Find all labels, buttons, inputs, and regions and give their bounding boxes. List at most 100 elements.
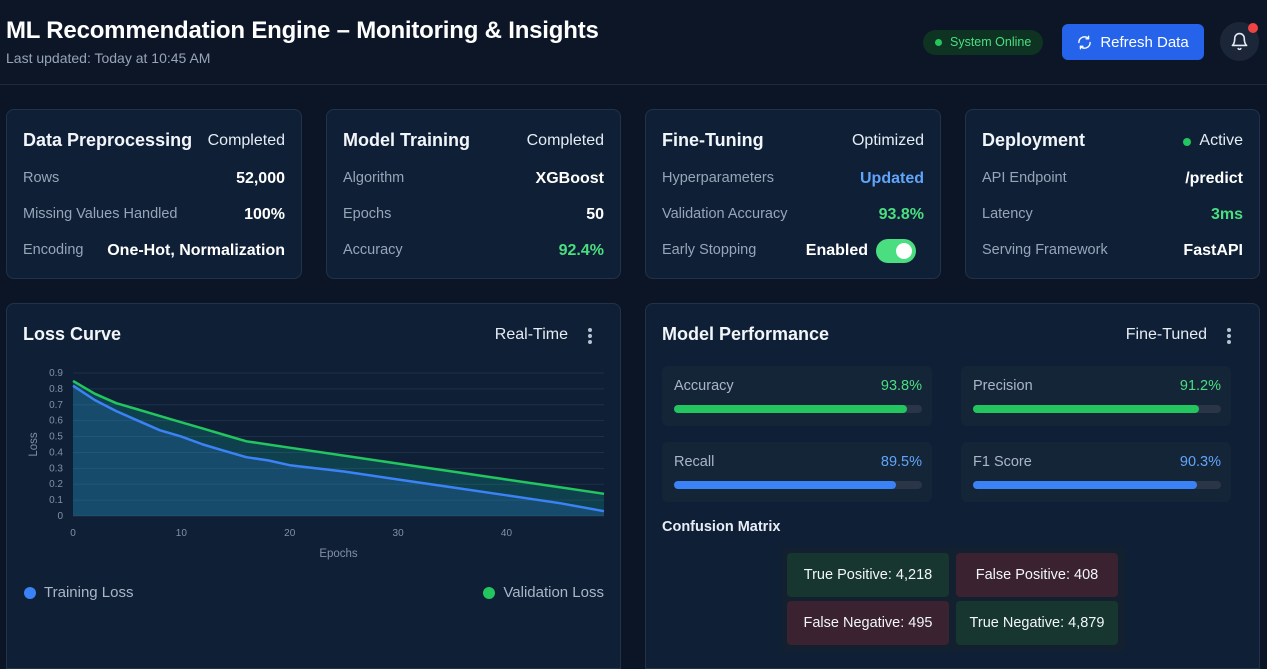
- card-status-label: Active: [1199, 132, 1243, 149]
- metric-bar: [674, 481, 922, 489]
- y-tick-label: 0.6: [49, 416, 63, 427]
- bell-icon: [1231, 32, 1248, 51]
- metric-bar-fill: [674, 405, 907, 413]
- metric-accuracy: Accuracy 93.8%: [662, 366, 932, 426]
- stat-value: 3ms: [1210, 206, 1243, 223]
- confusion-matrix: True Positive: 4,218 False Positive: 408…: [782, 547, 1126, 651]
- panel-title: Model Performance: [662, 324, 830, 344]
- card-title: Model Training: [343, 130, 471, 150]
- stat-label: Encoding: [23, 242, 84, 258]
- stat-label: Epochs: [343, 206, 392, 222]
- x-tick-label: 10: [176, 528, 188, 539]
- stat-row: API Endpoint /predict: [982, 170, 1243, 190]
- x-tick-label: 30: [393, 528, 405, 539]
- x-tick-label: 40: [501, 528, 513, 539]
- y-tick-label: 0.9: [49, 368, 63, 379]
- stat-row: Algorithm XGBoost: [343, 170, 604, 190]
- y-axis-label: Loss: [28, 432, 40, 457]
- page-title: ML Recommendation Engine – Monitoring & …: [6, 17, 599, 44]
- metric-value: 91.2%: [1179, 378, 1221, 394]
- stat-label: Serving Framework: [982, 242, 1108, 258]
- y-tick-label: 0.3: [49, 463, 63, 474]
- x-tick-label: 0: [70, 528, 76, 539]
- performance-mode-label: Fine-Tuned: [1125, 326, 1207, 343]
- card-title: Fine-Tuning: [662, 130, 764, 150]
- stat-label: API Endpoint: [982, 170, 1067, 186]
- refresh-data-label: Refresh Data: [1100, 33, 1189, 51]
- y-tick-label: 0.5: [49, 432, 63, 443]
- stat-label: Validation Accuracy: [662, 206, 788, 222]
- deployment-card: Deployment Active API Endpoint /predict …: [965, 109, 1260, 279]
- finetuning-card: Fine-Tuning Optimized Hyperparameters Up…: [645, 109, 941, 279]
- card-status: Completed: [526, 132, 604, 149]
- stat-value: 52,000: [236, 170, 285, 187]
- metric-bar: [973, 405, 1221, 413]
- last-updated-text: Last updated: Today at 10:45 AM: [6, 50, 211, 66]
- system-status-badge: System Online: [923, 30, 1044, 55]
- y-tick-label: 0.4: [49, 447, 63, 458]
- metric-value: 89.5%: [880, 454, 922, 470]
- metric-recall: Recall 89.5%: [662, 442, 932, 502]
- metric-bar-fill: [674, 481, 896, 489]
- stat-label: Hyperparameters: [662, 170, 775, 186]
- card-title: Deployment: [982, 130, 1086, 150]
- training-card: Model Training Completed Algorithm XGBoo…: [326, 109, 621, 279]
- stat-label: Early Stopping: [662, 242, 757, 258]
- stat-row: Latency 3ms: [982, 206, 1243, 226]
- metric-value: 93.8%: [880, 378, 922, 394]
- stat-value: /predict: [1185, 170, 1243, 187]
- true-negative-cell: True Negative: 4,879: [956, 601, 1118, 645]
- active-dot-icon: [1183, 138, 1192, 146]
- x-axis-label: Epochs: [319, 548, 358, 560]
- stat-value: Enabled: [805, 242, 868, 259]
- card-status: Completed: [207, 132, 285, 149]
- legend-swatch: [483, 586, 496, 599]
- stat-label: Latency: [982, 206, 1033, 222]
- stat-value: FastAPI: [1183, 242, 1243, 259]
- refresh-data-button[interactable]: Refresh Data: [1062, 24, 1204, 60]
- y-tick-label: 0.8: [49, 384, 63, 395]
- loss-chart: 0 0.1 0.2 0.3 0.4 0.5 0.6 0.7 0.8 0.9 0 10 20 30 40 Epo…: [28, 368, 605, 560]
- stat-value: One-Hot, Normalization: [107, 242, 285, 259]
- legend-validation: Validation Loss: [483, 584, 604, 601]
- stat-row: Serving Framework FastAPI: [982, 242, 1243, 262]
- system-status-label: System Online: [950, 35, 1032, 49]
- performance-menu-icon[interactable]: [1227, 328, 1231, 344]
- notifications-button[interactable]: [1220, 22, 1259, 61]
- stat-label: Missing Values Handled: [23, 206, 178, 222]
- stat-row: Accuracy 92.4%: [343, 242, 604, 262]
- metric-precision: Precision 91.2%: [961, 366, 1231, 426]
- metric-value: 90.3%: [1179, 454, 1221, 470]
- stat-row: Validation Accuracy 93.8%: [662, 206, 924, 226]
- loss-curve-panel: Loss Curve Real-Time 0 0.1 0.2 0.3 0.4 0.5 0.6…: [6, 303, 621, 669]
- stat-row: Missing Values Handled 100%: [23, 206, 285, 226]
- stat-row: Rows 52,000: [23, 170, 285, 190]
- legend-label: Training Loss: [44, 584, 134, 601]
- card-title: Data Preprocessing: [23, 130, 193, 150]
- legend-training: Training Loss: [24, 584, 134, 601]
- y-tick-label: 0.7: [49, 400, 63, 411]
- stat-value: XGBoost: [535, 170, 604, 187]
- card-status: Optimized: [851, 132, 924, 149]
- top-bar: ML Recommendation Engine – Monitoring & …: [0, 0, 1267, 85]
- metric-label: F1 Score: [973, 454, 1032, 470]
- loss-menu-icon[interactable]: [588, 328, 592, 344]
- false-positive-cell: False Positive: 408: [956, 553, 1118, 597]
- stat-value: 93.8%: [878, 206, 924, 223]
- legend-swatch: [24, 586, 36, 599]
- model-performance-panel: Model Performance Fine-Tuned Accuracy 93…: [645, 303, 1260, 669]
- stat-row: Epochs 50: [343, 206, 604, 226]
- refresh-icon: [1078, 35, 1092, 49]
- stat-label: Algorithm: [343, 170, 405, 186]
- notification-badge: [1248, 23, 1258, 33]
- stat-value: 50: [586, 206, 604, 223]
- metric-label: Accuracy: [674, 378, 734, 394]
- metric-bar-fill: [973, 481, 1197, 489]
- y-tick-label: 0.2: [49, 479, 63, 490]
- false-negative-cell: False Negative: 495: [787, 601, 949, 645]
- true-positive-cell: True Positive: 4,218: [787, 553, 949, 597]
- early-stopping-toggle[interactable]: [876, 239, 916, 263]
- stat-row: Encoding One-Hot, Normalization: [23, 242, 285, 262]
- toggle-knob: [896, 243, 912, 259]
- stat-row: Early Stopping Enabled: [662, 239, 924, 263]
